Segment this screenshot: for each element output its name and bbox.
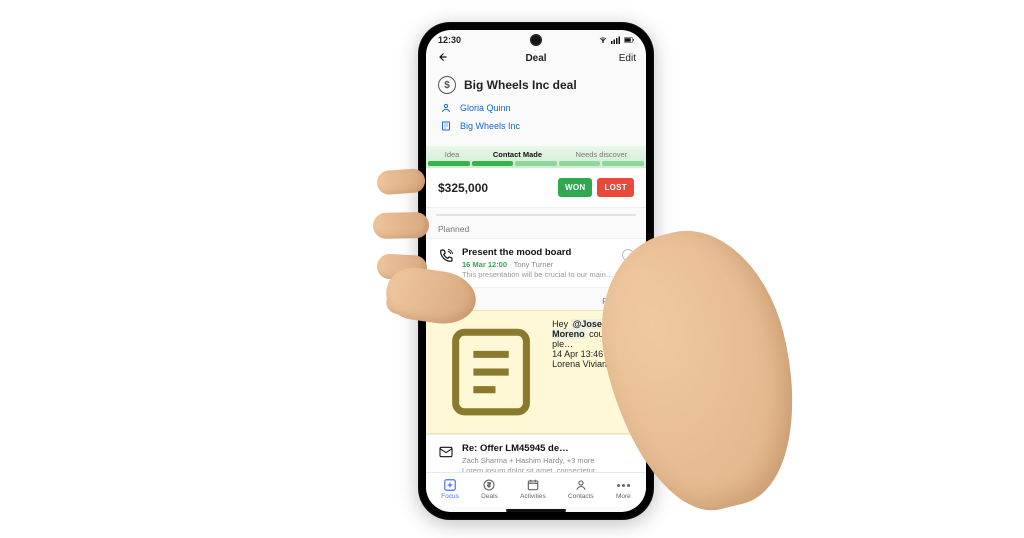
deal-title: Big Wheels Inc deal [464, 78, 577, 92]
pipeline-seg [515, 161, 557, 166]
lost-button[interactable]: LOST [597, 178, 634, 197]
nav-header: Deal Edit [426, 47, 646, 70]
pipeline-stage-label: Needs discover [576, 150, 628, 159]
pipeline-seg [602, 161, 644, 166]
wifi-icon [598, 36, 608, 44]
email-participants: Zach Sharma + Hashim Hardy, +3 more [462, 456, 634, 465]
content-scroll: $ Big Wheels Inc deal Gloria Quinn Big W… [426, 70, 646, 472]
call-icon [438, 248, 454, 264]
nav-contacts[interactable]: Contacts [568, 478, 594, 500]
mail-icon [438, 444, 454, 460]
cellular-icon [611, 36, 621, 44]
status-bar: 12:30 [426, 30, 646, 47]
nav-label: Deals [481, 493, 498, 500]
deal-value-row: $325,000 WON LOST [426, 168, 646, 208]
email-preview: Lorem ipsum dolor sit amet, consectetur [462, 466, 634, 472]
pipeline-stage-label: Idea [445, 150, 460, 159]
email-card[interactable]: Re: Offer LM45945 de… Zach Sharma + Hash… [426, 434, 646, 472]
bottom-nav: Focus Deals Activities Contacts More [426, 472, 646, 507]
deal-title-row: $ Big Wheels Inc deal [438, 76, 634, 94]
section-planned: Planned [426, 216, 646, 238]
nav-activities[interactable]: Activities [520, 478, 546, 500]
calendar-icon [526, 478, 540, 492]
section-planned-label: Planned [438, 224, 469, 234]
note-card[interactable]: Hey @Jose Moreno could you ple… 14 Apr 1… [426, 310, 646, 434]
deals-icon [482, 478, 496, 492]
status-icons [598, 36, 634, 44]
back-button[interactable] [436, 51, 460, 66]
phone-frame: 12:30 Deal Edit $ Big Wheels Inc deal [418, 22, 654, 520]
org-link-row[interactable]: Big Wheels Inc [440, 120, 634, 132]
won-button[interactable]: WON [558, 178, 592, 197]
filter-icon [624, 296, 634, 306]
nav-label: Activities [520, 493, 546, 500]
activity-meta: 16 Mar 12:00 · Tony Turner [462, 260, 614, 269]
org-link-label: Big Wheels Inc [460, 121, 520, 131]
section-past: Past Filter [426, 288, 646, 310]
arrow-left-icon [436, 51, 448, 63]
pipeline-bar [426, 161, 646, 166]
deal-header: $ Big Wheels Inc deal Gloria Quinn Big W… [426, 70, 646, 146]
deal-value: $325,000 [438, 181, 488, 195]
activity-desc: This presentation will be crucial to our… [462, 270, 614, 279]
pipeline-stage-label: Contact Made [493, 150, 542, 159]
activity-title: Present the mood board [462, 247, 614, 258]
planned-activity-card[interactable]: Present the mood board 16 Mar 12:00 · To… [426, 238, 646, 288]
pipeline-seg [428, 161, 470, 166]
clock: 12:30 [438, 35, 461, 45]
dollar-circle-icon: $ [438, 76, 456, 94]
battery-icon [624, 36, 634, 44]
note-meta: 14 Apr 13:46 · Lorena Vivian [552, 349, 634, 369]
pipeline[interactable]: Idea Contact Made Needs discover [426, 146, 646, 168]
focus-icon [443, 478, 457, 492]
more-icon [616, 478, 630, 492]
person-icon [440, 102, 452, 114]
note-icon [438, 319, 544, 425]
section-past-label: Past [438, 296, 455, 306]
filter-label: Filter [602, 296, 621, 306]
outcome-buttons: WON LOST [558, 178, 634, 197]
activity-complete-toggle[interactable] [622, 249, 634, 261]
nav-deals[interactable]: Deals [481, 478, 498, 500]
pipeline-seg [559, 161, 601, 166]
pipeline-labels: Idea Contact Made Needs discover [426, 146, 646, 161]
nav-label: Focus [441, 493, 459, 500]
email-subject: Re: Offer LM45945 de… [462, 443, 634, 454]
nav-label: Contacts [568, 493, 594, 500]
contacts-icon [574, 478, 588, 492]
pipeline-seg [472, 161, 514, 166]
person-link-label: Gloria Quinn [460, 103, 511, 113]
nav-more[interactable]: More [616, 478, 631, 500]
filter-button[interactable]: Filter [602, 296, 634, 306]
screen: 12:30 Deal Edit $ Big Wheels Inc deal [426, 30, 646, 512]
person-link-row[interactable]: Gloria Quinn [440, 102, 634, 114]
nav-label: More [616, 493, 631, 500]
nav-title: Deal [525, 53, 546, 64]
home-indicator [506, 509, 566, 512]
nav-focus[interactable]: Focus [441, 478, 459, 500]
edit-button[interactable]: Edit [612, 53, 636, 64]
note-text: Hey @Jose Moreno could you ple… [552, 319, 634, 349]
building-icon [440, 120, 452, 132]
